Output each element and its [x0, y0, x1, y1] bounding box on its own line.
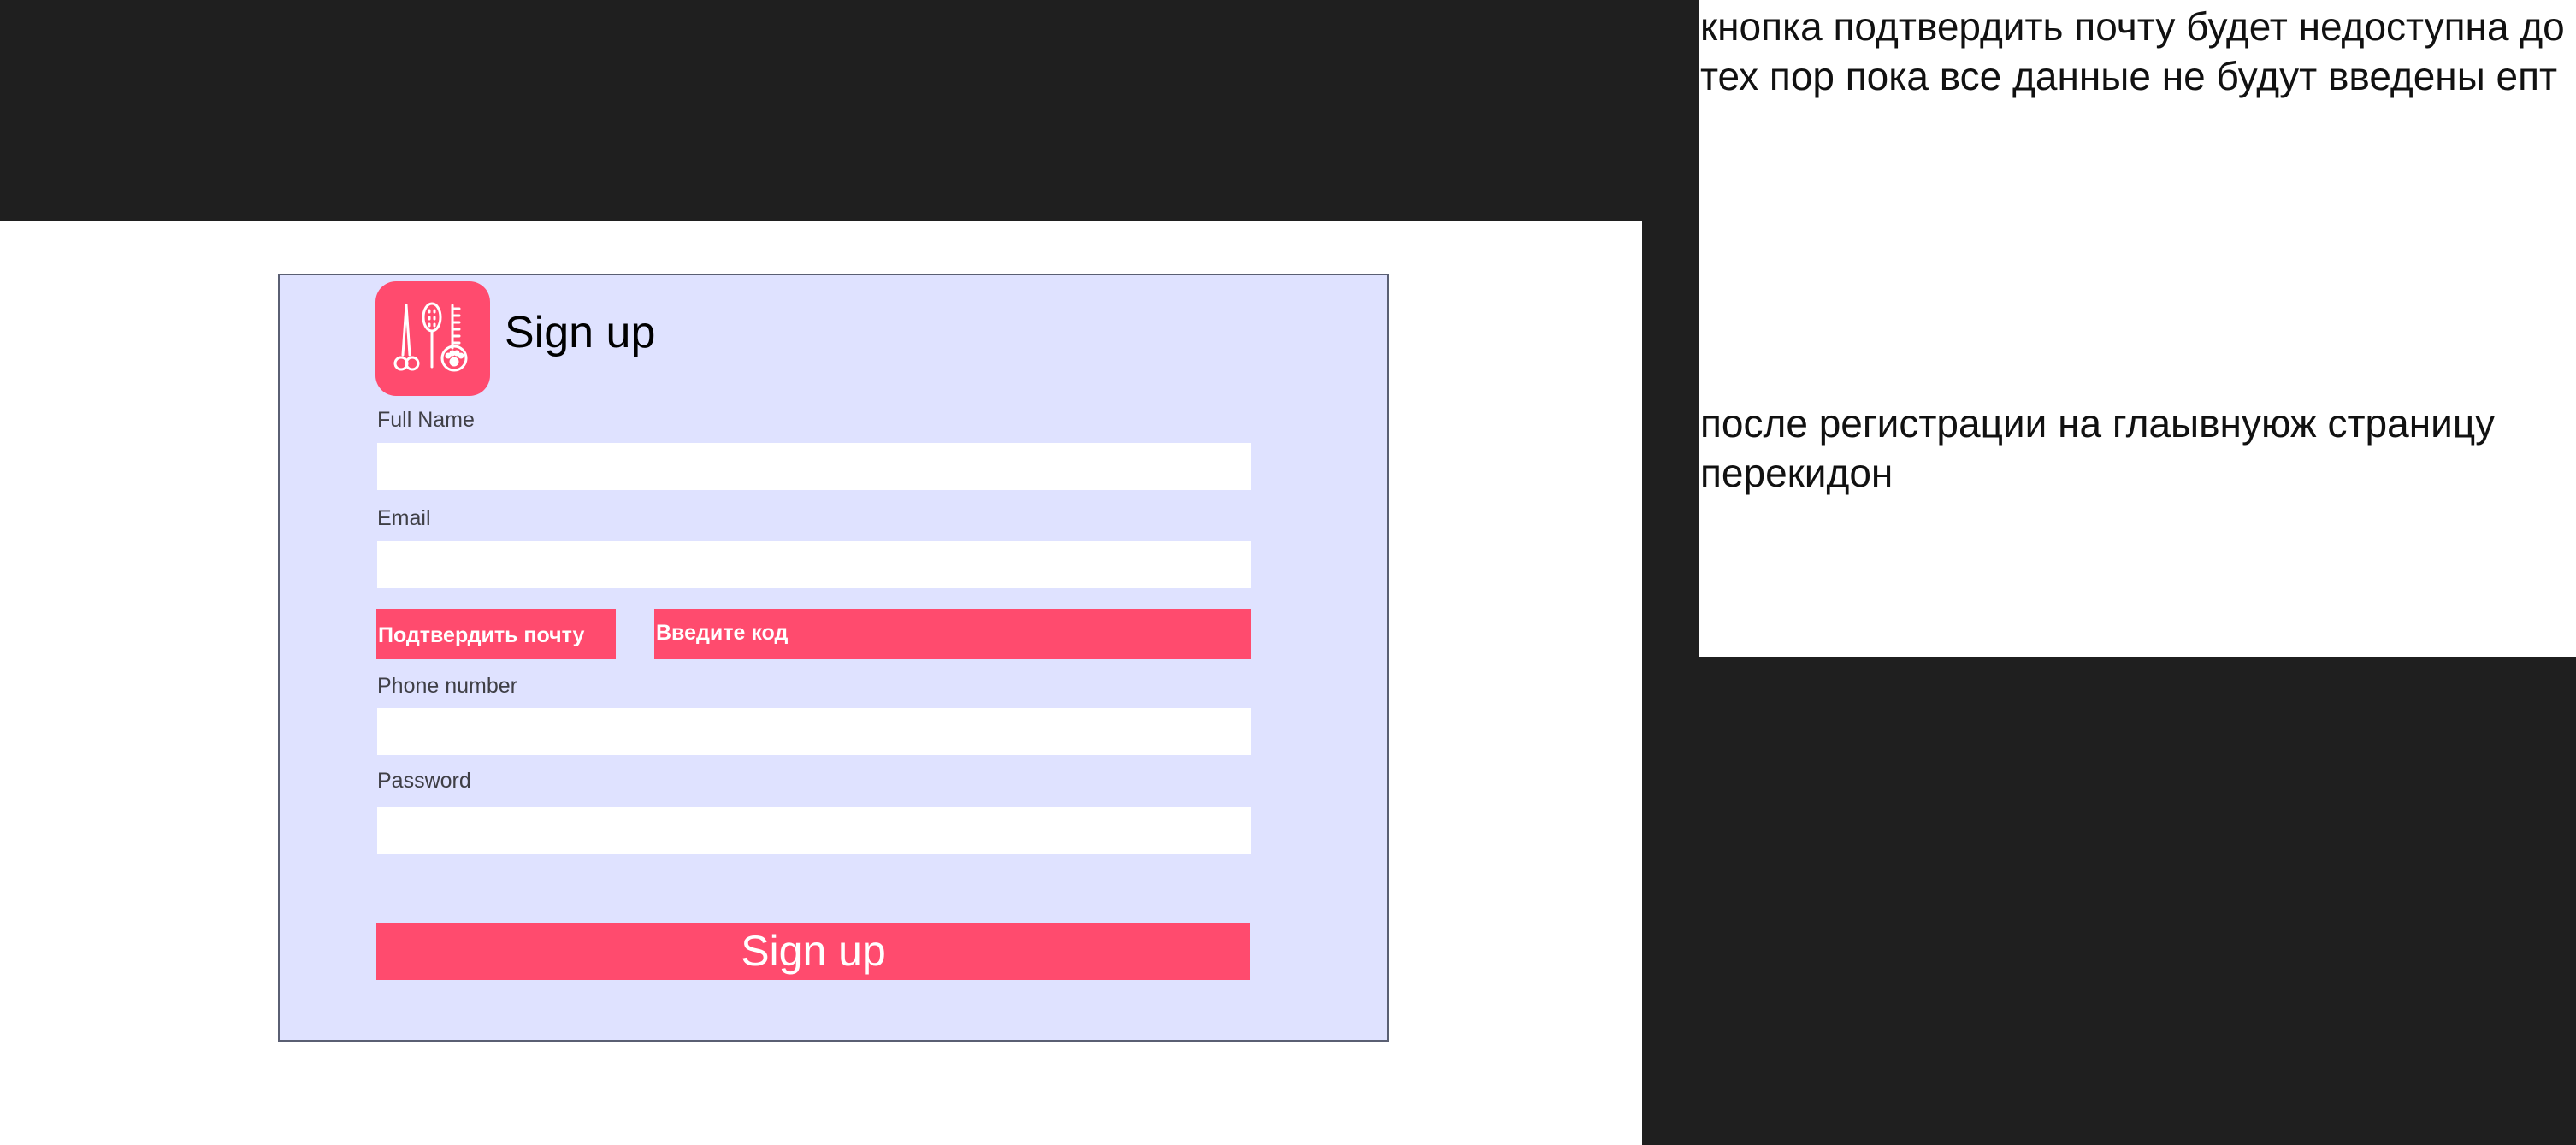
- signup-card: Sign up Full Name Email Подтвердить почт…: [278, 274, 1389, 1042]
- email-label: Email: [377, 506, 431, 530]
- full-name-input[interactable]: [377, 443, 1251, 490]
- signup-frame: Sign up Full Name Email Подтвердить почт…: [0, 221, 1642, 1145]
- canvas: Sign up Full Name Email Подтвердить почт…: [0, 0, 2576, 1145]
- note-redirect: после регистрации на глаывнуюж страницу …: [1700, 401, 2496, 495]
- page-title: Sign up: [505, 308, 656, 357]
- password-label: Password: [377, 769, 471, 793]
- email-input[interactable]: [377, 541, 1251, 588]
- password-input[interactable]: [377, 807, 1251, 854]
- grooming-tools-icon: [375, 281, 490, 396]
- note-confirm-email: кнопка подтвердить почту будет недоступн…: [1700, 4, 2565, 98]
- notes-panel: кнопка подтвердить почту будет недоступн…: [1699, 0, 2576, 657]
- full-name-label: Full Name: [377, 408, 475, 432]
- confirm-email-button[interactable]: Подтвердить почту: [376, 609, 616, 659]
- phone-label: Phone number: [377, 674, 518, 698]
- phone-input[interactable]: [377, 708, 1251, 755]
- sign-up-button[interactable]: Sign up: [376, 923, 1250, 980]
- enter-code-button[interactable]: Введите код: [654, 609, 1251, 659]
